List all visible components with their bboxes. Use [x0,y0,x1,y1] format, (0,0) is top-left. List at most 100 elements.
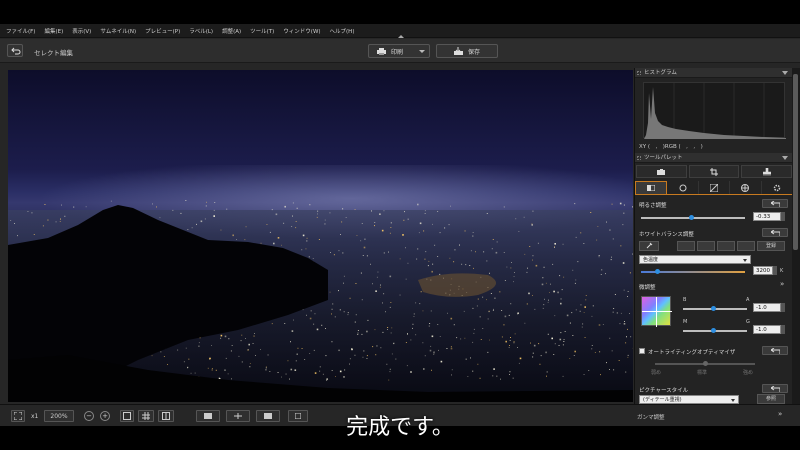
menu-thumbnail[interactable]: サムネイル(N) [100,27,136,35]
histogram-curve [644,83,786,139]
g-value-input[interactable]: -1.0 [753,325,781,334]
color-tab[interactable] [730,181,762,194]
curve-tab[interactable] [699,181,731,194]
g-spinner[interactable] [781,325,785,334]
collapse-icon[interactable] [782,71,788,75]
brightness-reset-button[interactable] [762,199,788,208]
brightness-label: 明るさ調整 [639,203,667,209]
image-preview[interactable] [8,70,633,402]
mode-title: セレクト編集 [34,49,73,57]
white-balance-label: ホワイトバランス調整 [639,232,694,238]
lens-icon [679,184,687,191]
auto-lighting-checkbox[interactable] [639,348,645,354]
reset-arrow-icon [771,230,780,236]
white-balance-reset-button[interactable] [762,228,788,237]
picture-style-value: (ディテール重視) [643,397,682,403]
slider-knob[interactable] [655,269,660,274]
mg-slider[interactable] [683,328,747,333]
picture-style-select[interactable]: (ディテール重視) [639,395,739,404]
basic-adjust-tool-tab[interactable] [636,165,687,178]
expand-chevron-icon[interactable]: » [780,280,784,288]
tool-palette-title: ツールパレット [644,155,683,161]
app-window: ファイル(F) 編集(E) 表示(V) サムネイル(N) プレビュー(P) ラベ… [0,24,800,426]
eyedropper-icon [646,242,652,249]
menu-preview[interactable]: プレビュー(P) [145,27,180,35]
print-label: 印刷 [391,48,404,56]
a-spinner[interactable] [781,303,785,312]
print-dropdown-icon[interactable] [419,50,425,53]
slider-knob[interactable] [703,361,708,366]
auto-lighting-slider[interactable] [655,361,755,366]
printer-icon [377,47,386,55]
histogram-title: ヒストグラム [644,70,677,76]
save-icon [453,47,463,55]
menu-adjust[interactable]: 調整(A) [222,27,241,35]
slider-knob[interactable] [711,306,716,311]
color-temp-slider[interactable] [641,269,745,274]
scrollbar-thumb[interactable] [793,74,798,250]
crop-icon [710,167,718,176]
back-arrow-icon [11,47,21,55]
picture-style-label: ピクチャースタイル [639,388,689,394]
menu-edit[interactable]: 編集(E) [44,27,63,35]
adjust-tabs-row [635,181,794,195]
color-temp-spinner[interactable] [773,266,777,275]
menu-label[interactable]: ラベル(L) [189,27,213,35]
panel-scrollbar[interactable] [792,68,800,404]
print-button[interactable]: 印刷 [368,44,430,58]
video-subtitle: 完成です。 [346,415,454,440]
wb-register-button[interactable]: 登録 [757,241,785,251]
tone-curve-icon [710,183,719,192]
picture-style-browse-button[interactable]: 参照 [757,394,785,404]
wb-preset-1[interactable] [677,241,695,251]
gear-icon [773,184,781,191]
menu-tools[interactable]: ツール(T) [250,27,274,35]
wb-preset-4[interactable] [737,241,755,251]
tool-palette-header[interactable]: ツールパレット [635,153,793,163]
axis-b-label: B [683,297,687,303]
picture-style-reset-button[interactable] [762,384,788,393]
color-balance-pad[interactable] [641,296,672,327]
collapse-icon[interactable] [782,156,788,160]
axis-g-label: G [746,319,750,325]
camera-icon [657,168,666,175]
menu-window[interactable]: ウィンドウ(W) [283,27,320,35]
save-button[interactable]: 保存 [436,44,498,58]
rgb-adjust-tab[interactable] [635,181,668,194]
slider-knob[interactable] [711,328,716,333]
letterbox-top [0,0,800,24]
brightness-value-input[interactable]: -0.33 [753,212,781,221]
auto-lighting-reset-button[interactable] [762,346,788,355]
menu-help[interactable]: ヘルプ(H) [330,27,355,35]
menu-view[interactable]: 表示(V) [72,27,91,35]
night-cityscape-image [8,165,633,402]
brightness-slider[interactable] [641,215,745,220]
image-adjust-icon [647,185,656,191]
settings-tab[interactable] [762,181,794,194]
crosshair-h [642,311,672,312]
level-low-label: 弱め [651,370,662,376]
ba-slider[interactable] [683,306,747,311]
crop-tool-tab[interactable] [688,165,740,178]
toolbar: セレクト編集 印刷 保存 [0,39,800,63]
auto-lighting-label: オートライティングオプティマイザ [648,350,736,356]
eyedropper-button[interactable] [639,241,659,251]
histogram-header[interactable]: ヒストグラム [635,68,793,78]
reset-arrow-icon [771,386,780,392]
wb-preset-2[interactable] [697,241,715,251]
tool-palette-panel: ヒストグラム XY ( , )RGB ( , , ) ツールパレット 明るさ調整… [634,68,794,404]
a-value-input[interactable]: -1.0 [753,303,781,312]
collapse-toolbar-icon[interactable] [398,35,404,38]
xy-rgb-readout: XY ( , )RGB ( , , ) [639,144,703,150]
color-temp-input[interactable]: 3200 [753,266,773,275]
menu-file[interactable]: ファイル(F) [6,27,35,35]
reset-arrow-icon [771,201,780,207]
brightness-spinner[interactable] [781,212,785,221]
slider-knob[interactable] [689,215,694,220]
stamp-tool-tab[interactable] [741,165,793,178]
wb-preset-3[interactable] [717,241,735,251]
lens-tab[interactable] [667,181,699,194]
wb-mode-select[interactable]: 色温度 [639,255,751,264]
back-button[interactable] [7,44,23,57]
level-high-label: 強め [743,370,754,376]
